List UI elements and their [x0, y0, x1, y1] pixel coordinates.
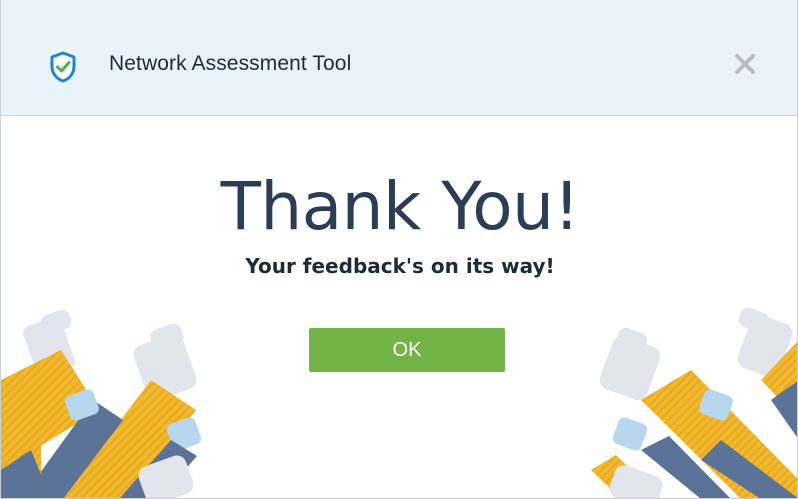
- window-title: Network Assessment Tool: [109, 52, 352, 75]
- close-button[interactable]: [723, 46, 767, 86]
- shield-check-icon: [49, 51, 77, 83]
- ok-button[interactable]: OK: [309, 328, 505, 372]
- left-hands-illustration: [1, 309, 202, 498]
- right-hands-illustration: [591, 307, 797, 498]
- feedback-subheading: Your feedback's on its way!: [245, 254, 555, 278]
- thank-you-heading: Thank You!: [220, 168, 580, 245]
- title-bar: Network Assessment Tool: [1, 0, 797, 116]
- close-icon: [734, 53, 756, 80]
- dialog-window: Network Assessment Tool Thank You! Your …: [0, 0, 798, 499]
